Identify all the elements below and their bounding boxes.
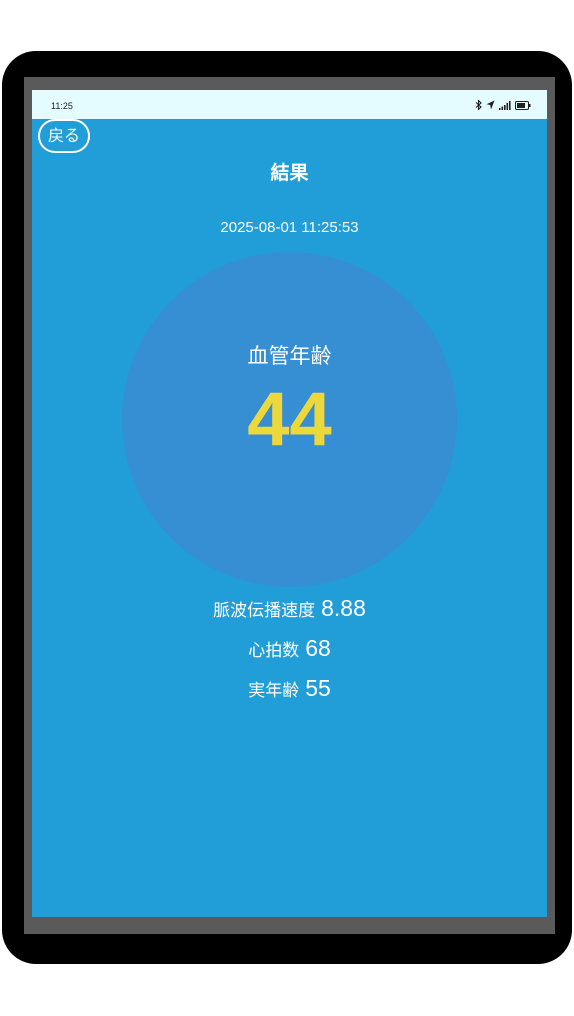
vascular-age-label: 血管年齢 — [247, 344, 332, 368]
app-screen: 11:25 戻る 結果 2025-08-01 11:25:53 血管年齢 44 … — [32, 90, 547, 917]
signal-bars-icon — [499, 100, 511, 110]
pwv-label: 脈波伝播速度 — [213, 601, 316, 621]
page-title: 結果 — [270, 162, 309, 184]
real-age-value: 55 — [305, 675, 331, 701]
vascular-age-circle: 血管年齢 44 — [122, 252, 457, 587]
vascular-age-value: 44 — [247, 377, 332, 462]
back-button[interactable]: 戻る — [38, 119, 90, 153]
status-time: 11:25 — [51, 101, 73, 111]
heart-rate-label: 心拍数 — [248, 641, 300, 661]
battery-icon — [515, 100, 531, 110]
navigation-arrow-icon — [486, 100, 495, 110]
status-icons — [475, 99, 531, 111]
bluetooth-icon — [475, 100, 482, 110]
pwv-value: 8.88 — [321, 595, 366, 621]
real-age-row: 実年齢 55 — [32, 675, 547, 702]
heart-rate-value: 68 — [305, 635, 331, 661]
pulse-wave-velocity-row: 脈波伝播速度 8.88 — [32, 595, 547, 622]
tablet-device-frame: 11:25 戻る 結果 2025-08-01 11:25:53 血管年齢 44 … — [2, 51, 572, 964]
measurement-timestamp: 2025-08-01 11:25:53 — [220, 219, 359, 236]
status-bar: 11:25 — [32, 90, 547, 119]
real-age-label: 実年齢 — [248, 681, 300, 701]
tablet-bezel: 11:25 戻る 結果 2025-08-01 11:25:53 血管年齢 44 … — [24, 77, 555, 934]
heart-rate-row: 心拍数 68 — [32, 635, 547, 662]
